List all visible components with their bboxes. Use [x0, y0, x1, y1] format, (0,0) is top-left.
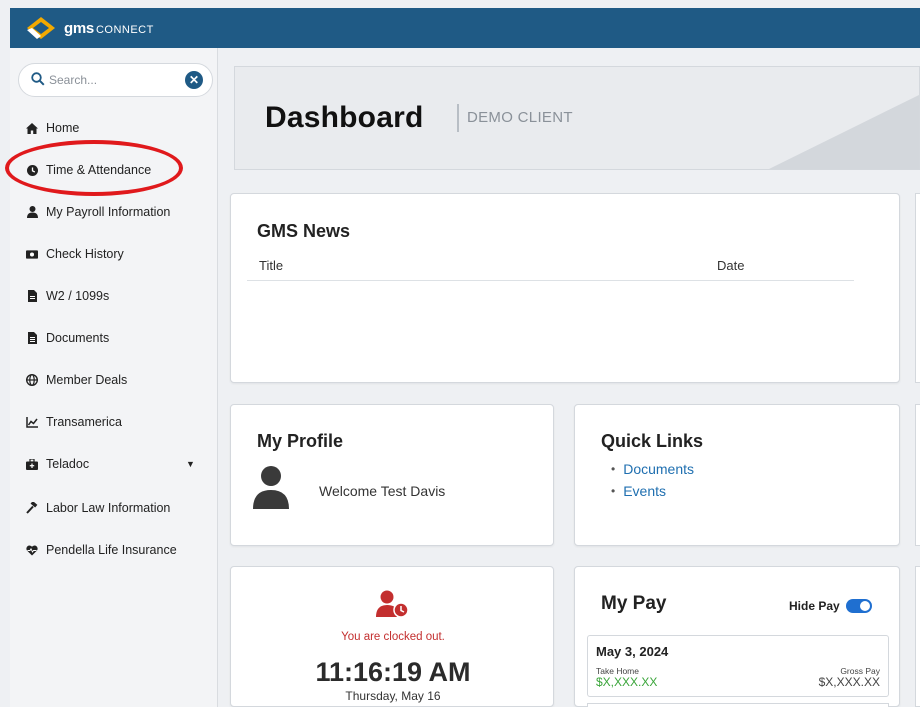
sidebar-item-member-deals[interactable]: Member Deals	[26, 370, 127, 390]
pay-entry[interactable]: May 3, 2024 Take Home $X,XXX.XX Gross Pa…	[587, 635, 889, 697]
profile-card: My Profile Welcome Test Davis	[230, 404, 554, 546]
sidebar-item-w2[interactable]: W2 / 1099s	[26, 286, 109, 306]
sidebar-item-time-attendance[interactable]: Time & Attendance	[26, 160, 151, 180]
medical-bag-icon	[26, 458, 38, 470]
top-bar: gms CONNECT	[10, 8, 920, 48]
my-pay-card: My Pay Hide Pay May 3, 2024 Take Home $X…	[574, 566, 900, 707]
sidebar-item-label: Labor Law Information	[46, 501, 171, 515]
avatar-icon	[251, 465, 291, 514]
sidebar-item-labor-law[interactable]: Labor Law Information	[26, 498, 170, 518]
sidebar-item-transamerica[interactable]: Transamerica	[26, 412, 122, 432]
news-card: GMS News Title Date	[230, 193, 900, 383]
hide-pay-label: Hide Pay	[789, 599, 840, 613]
search-input[interactable]	[49, 70, 169, 90]
sidebar-item-home[interactable]: Home	[26, 118, 79, 138]
sidebar-item-pendella[interactable]: Pendella Life Insurance	[26, 540, 177, 560]
home-icon	[26, 122, 38, 134]
welcome-message: Welcome Test Davis	[319, 483, 446, 499]
sidebar: ✕ Home Time & Attendance My Payroll Info…	[10, 48, 218, 707]
chart-line-icon	[26, 416, 38, 428]
search-box: ✕	[18, 63, 213, 97]
sidebar-item-label: Teladoc	[46, 457, 90, 471]
sidebar-item-label: Member Deals	[46, 373, 128, 387]
clock-date: Thursday, May 16	[345, 689, 441, 703]
sidebar-item-label: My Payroll Information	[46, 205, 171, 219]
profile-title: My Profile	[257, 431, 344, 451]
news-column-date[interactable]: Date	[717, 258, 744, 273]
gavel-icon	[26, 502, 38, 514]
globe-icon	[26, 374, 38, 386]
hide-pay-toggle[interactable]	[845, 599, 872, 613]
pay-date: May 3, 2024	[596, 644, 669, 659]
sidebar-item-label: Documents	[46, 331, 110, 345]
sidebar-item-label: Transamerica	[46, 415, 122, 429]
quick-link-documents[interactable]: • Documents	[611, 461, 694, 477]
sidebar-item-teladoc[interactable]: Teladoc ▼	[26, 454, 195, 474]
search-icon	[31, 72, 45, 90]
clock-status: You are clocked out.	[341, 631, 445, 643]
header-decoration	[769, 95, 919, 169]
gross-pay-value: $X,XXX.XX	[818, 675, 880, 689]
document-icon	[26, 332, 38, 344]
sidebar-item-label: Check History	[46, 247, 124, 261]
sidebar-item-payroll[interactable]: My Payroll Information	[26, 202, 170, 222]
hide-pay-control[interactable]: Hide Pay	[789, 599, 872, 613]
time-clock-card: You are clocked out. 11:16:19 AM Thursda…	[230, 566, 554, 707]
offscreen-card	[915, 566, 920, 707]
clear-search-icon[interactable]: ✕	[185, 71, 203, 89]
my-pay-title: My Pay	[601, 593, 667, 614]
logo-icon	[27, 17, 55, 39]
app-logo[interactable]: gms CONNECT	[26, 16, 154, 40]
quick-links-title: Quick Links	[601, 431, 704, 451]
pay-entry[interactable]	[587, 703, 889, 707]
chevron-down-icon[interactable]: ▼	[186, 459, 195, 469]
offscreen-card	[915, 193, 920, 383]
sidebar-item-label: Home	[46, 121, 80, 135]
sidebar-item-label: Time & Attendance	[46, 163, 152, 177]
file-icon	[26, 290, 38, 302]
page-header: Dashboard DEMO CLIENT	[234, 66, 920, 170]
user-clock-icon	[376, 590, 410, 623]
clock-icon	[26, 164, 38, 176]
news-header-divider	[247, 280, 854, 281]
news-title: GMS News	[257, 221, 351, 241]
brand-name: gms CONNECT	[64, 19, 154, 37]
take-home-value: $X,XXX.XX	[596, 675, 658, 689]
title-divider	[457, 104, 459, 132]
quick-link-events[interactable]: • Events	[611, 483, 666, 499]
sidebar-item-documents[interactable]: Documents	[26, 328, 109, 348]
user-icon	[26, 206, 38, 218]
sidebar-item-label: W2 / 1099s	[46, 289, 110, 303]
clock-time: 11:16:19 AM	[315, 657, 471, 687]
sidebar-item-label: Pendella Life Insurance	[46, 543, 177, 557]
heartbeat-icon	[26, 544, 38, 556]
offscreen-card	[915, 404, 920, 546]
news-column-title[interactable]: Title	[259, 258, 283, 273]
client-name: DEMO CLIENT	[467, 109, 573, 126]
sidebar-item-check-history[interactable]: Check History	[26, 244, 124, 264]
page-title: Dashboard	[265, 101, 424, 134]
quick-links-card: Quick Links • Documents • Events	[574, 404, 900, 546]
money-icon	[26, 248, 38, 260]
